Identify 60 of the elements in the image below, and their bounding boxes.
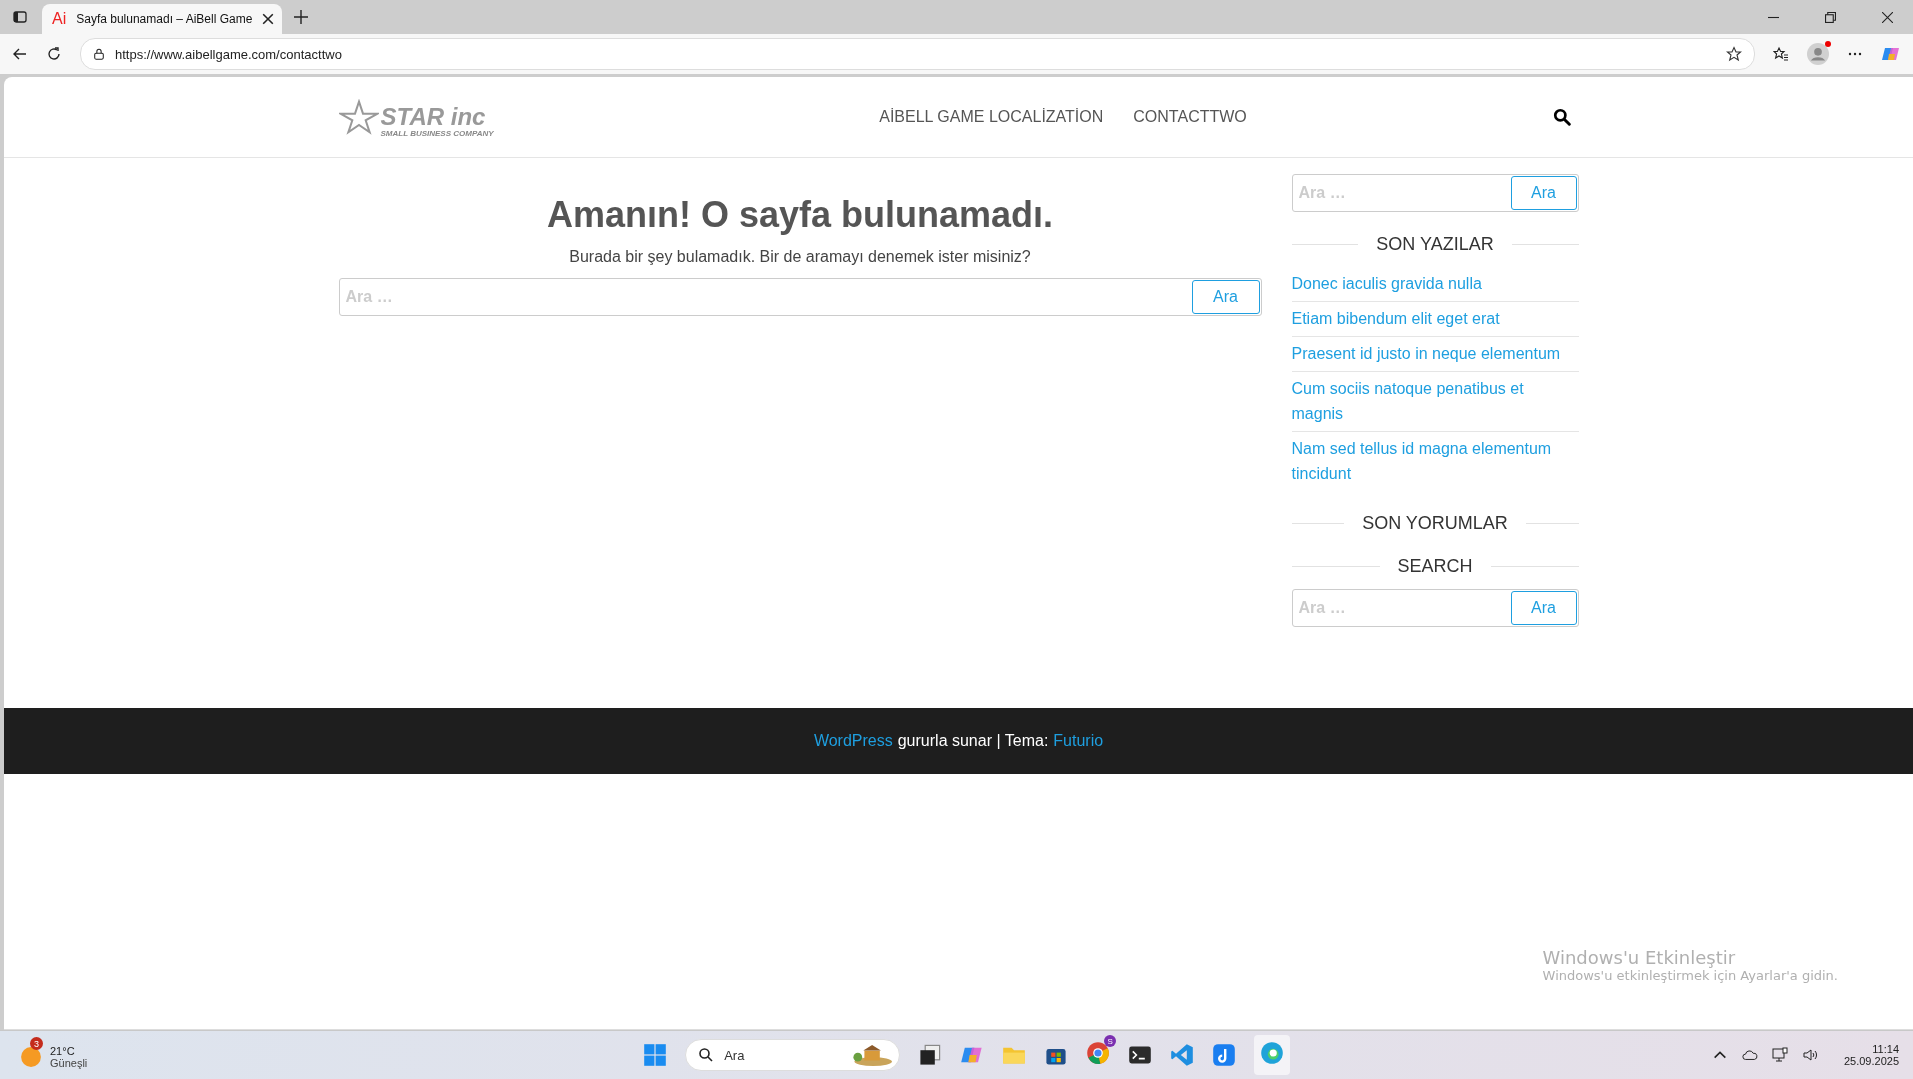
footer-link[interactable]: WordPress [813,732,893,750]
clock-date[interactable]: 25.09.2025 [1843,1055,1899,1067]
weather-widget[interactable]: 3 21°C Güneşli [20,1037,92,1073]
start-icon[interactable] [643,1043,668,1067]
weather-condition: Güneşli [50,1057,88,1069]
search-button[interactable]: Ara [1510,176,1577,210]
volume-icon[interactable] [1801,1047,1818,1063]
reload-icon[interactable] [46,46,62,62]
star-icon [338,99,379,135]
close-icon[interactable] [1882,11,1893,23]
notification-badge: 3 [30,1037,43,1050]
tab-title: Sayfa bulunamadı – AiBell Game [76,12,253,26]
tab-actions-icon[interactable] [12,9,28,25]
search-button[interactable]: Ara [1510,591,1577,625]
activation-title: Windows'u Etkinleştir [1542,947,1737,968]
url-text: https://www.aibellgame.com/contacttwo [115,46,342,62]
temperature-text: 21°C [50,1045,76,1057]
clock-time[interactable]: 11:14 [1872,1043,1899,1055]
note-app-icon[interactable] [1212,1043,1237,1067]
widget-title: SON YAZILAR [1376,234,1494,255]
widget-title: SON YORUMLAR [1362,513,1508,534]
nav-link[interactable]: CONTACTTWO [1133,108,1247,126]
nav-link[interactable]: AİBELL GAME LOCALİZATİON [879,108,1104,126]
widget-title: SEARCH [1397,556,1473,577]
task-view-icon[interactable] [918,1043,943,1067]
page-title: Amanın! O sayfa bulunamadı. [546,194,1054,236]
profile-badge: S [1104,1035,1117,1047]
search-placeholder: Ara [724,1047,745,1063]
site-favicon: Ai [52,10,67,28]
star-icon[interactable] [1726,46,1742,62]
footer-text: gururla sunar | Tema: [897,732,1049,750]
favorites-icon[interactable] [1773,46,1789,62]
taskbar-search[interactable]: Ara [685,1039,901,1071]
new-tab-icon[interactable] [294,10,308,24]
lock-icon [93,48,105,60]
search-button[interactable]: Ara [1191,280,1260,314]
browser-tab[interactable]: Ai Sayfa bulunamadı – AiBell Game [42,4,282,34]
address-field[interactable]: https://www.aibellgame.com/contacttwo [80,38,1755,70]
back-icon[interactable] [12,46,28,62]
post-link[interactable]: Etiam bibendum elit eget erat [1291,302,1579,337]
site-logo[interactable]: STAR inc SMALL BUSINESS COMPANY [338,85,494,149]
footer-link[interactable]: Futurio [1053,732,1104,750]
search-icon [698,1047,715,1063]
post-link[interactable]: Praesent id justo in neque elementum [1291,337,1579,372]
sun-icon [20,1046,42,1068]
chrome-icon[interactable] [1086,1041,1111,1065]
not-found-message: Burada bir şey bulamadık. Bir de aramayı denemek ister misiniz? [569,248,1031,266]
code-editor-icon[interactable] [1170,1043,1195,1067]
cloud-icon[interactable] [1741,1047,1758,1063]
logo-tagline: SMALL BUSINESS COMPANY [380,128,494,138]
network-icon[interactable] [1771,1047,1788,1063]
close-icon[interactable] [262,13,275,25]
post-link[interactable]: Donec iaculis gravida nulla [1291,267,1579,302]
post-link[interactable]: Cum sociis natoque penatibus et magnis [1291,372,1579,432]
profile-avatar[interactable] [1807,43,1829,65]
restore-icon[interactable] [1825,11,1836,23]
logo-name: STAR inc [380,104,487,129]
post-link[interactable]: Nam sed tellus id magna elementum tincidunt [1291,432,1579,491]
activation-message: Windows'u etkinleştirmek için Ayarlar'a gidin. [1542,968,1838,983]
search-icon[interactable] [1552,108,1571,126]
